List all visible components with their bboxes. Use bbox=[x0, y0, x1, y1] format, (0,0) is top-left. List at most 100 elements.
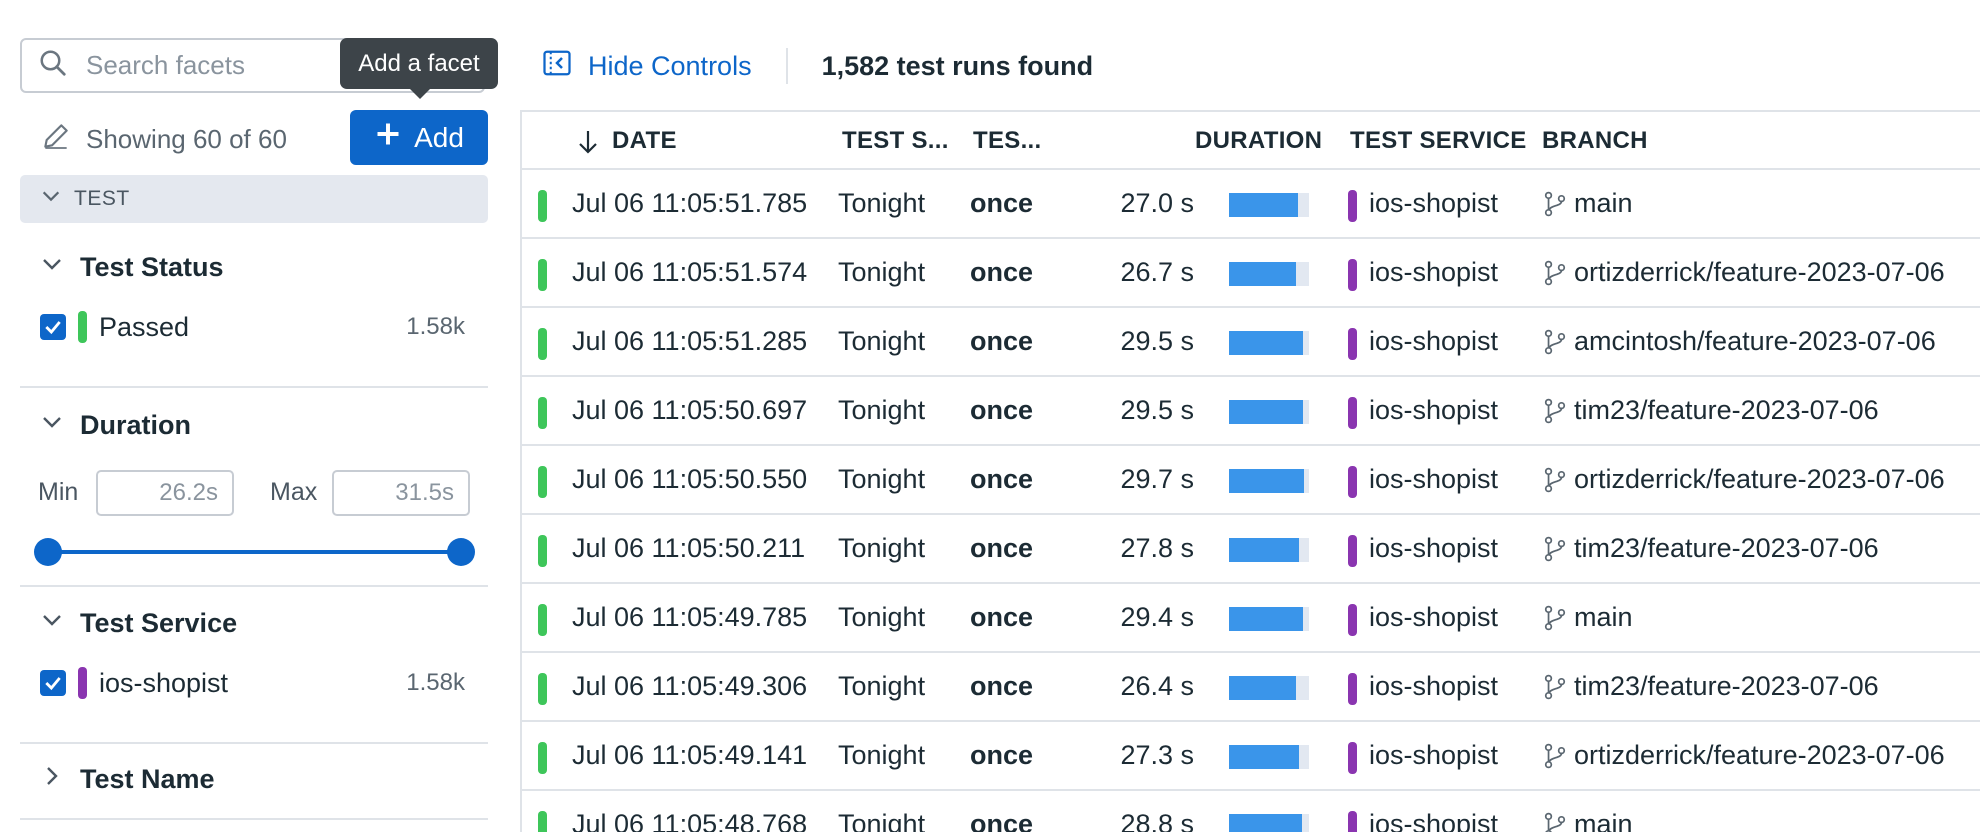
checkbox[interactable] bbox=[40, 314, 66, 340]
table-row[interactable]: Jul 06 11:05:50.697 Tonight once 29.5 s ios-… bbox=[522, 377, 1980, 446]
showing-facets[interactable]: Showing 60 of 60 bbox=[40, 120, 287, 159]
cell-test-service: ios-shopist bbox=[1369, 602, 1499, 632]
table-header: DATE TEST S... TES... DURATION TEST SERV… bbox=[522, 112, 1980, 170]
duration-bar-fill bbox=[1229, 193, 1298, 217]
cell-date: Jul 06 11:05:51.285 bbox=[572, 326, 808, 356]
duration-bar bbox=[1229, 607, 1309, 631]
cell-date: Jul 06 11:05:49.141 bbox=[572, 740, 808, 770]
status-indicator bbox=[538, 604, 547, 636]
cell-branch: main bbox=[1574, 809, 1633, 832]
cell-duration: 29.4 s bbox=[1120, 602, 1194, 632]
duration-bar-fill bbox=[1229, 469, 1304, 493]
cell-date: Jul 06 11:05:48.768 bbox=[572, 809, 808, 832]
table-row[interactable]: Jul 06 11:05:48.768 Tonight once 28.8 s ios-… bbox=[522, 791, 1980, 832]
divider bbox=[20, 585, 488, 587]
cell-date: Jul 06 11:05:50.697 bbox=[572, 395, 808, 425]
facet-value-passed[interactable]: Passed 1.58k bbox=[40, 311, 465, 343]
results-count: 1,582 test runs found bbox=[821, 50, 1094, 81]
cell-test: once bbox=[970, 395, 1034, 425]
status-indicator bbox=[538, 673, 547, 705]
cell-test-suite: Tonight bbox=[838, 533, 926, 563]
cell-branch: amcintosh/feature-2023-07-06 bbox=[1574, 326, 1936, 356]
cell-branch: ortizderrick/feature-2023-07-06 bbox=[1574, 740, 1945, 770]
cell-branch: ortizderrick/feature-2023-07-06 bbox=[1574, 464, 1945, 494]
column-header-test-suite[interactable]: TEST S... bbox=[842, 112, 949, 170]
cell-date: Jul 06 11:05:51.574 bbox=[572, 257, 808, 287]
facet-test-service-header[interactable]: Test Service bbox=[40, 608, 237, 639]
table-row[interactable]: Jul 06 11:05:50.550 Tonight once 29.7 s ios-… bbox=[522, 446, 1980, 515]
cell-duration: 27.3 s bbox=[1120, 740, 1194, 770]
table-row[interactable]: Jul 06 11:05:49.141 Tonight once 27.3 s ios-… bbox=[522, 722, 1980, 791]
cell-test-service: ios-shopist bbox=[1369, 464, 1499, 494]
facet-title: Test Name bbox=[80, 764, 215, 794]
checkbox[interactable] bbox=[40, 670, 66, 696]
slider-min-handle[interactable] bbox=[34, 538, 62, 566]
table-row[interactable]: Jul 06 11:05:51.785 Tonight once 27.0 s ios-… bbox=[522, 170, 1980, 239]
service-color-tag bbox=[1348, 397, 1357, 429]
column-header-test[interactable]: TES... bbox=[973, 112, 1041, 170]
cell-test-service: ios-shopist bbox=[1369, 326, 1499, 356]
sort-arrow-down-icon bbox=[579, 130, 597, 154]
facet-panel: Search facets Add a facet Showing 60 of … bbox=[0, 0, 510, 832]
service-color-tag bbox=[1348, 259, 1357, 291]
duration-bar bbox=[1229, 469, 1309, 493]
facet-test-name-header[interactable]: Test Name bbox=[40, 764, 215, 795]
cell-date: Jul 06 11:05:50.211 bbox=[572, 533, 806, 563]
git-branch-icon bbox=[1542, 673, 1568, 701]
duration-bar bbox=[1229, 745, 1309, 769]
chevron-down-icon bbox=[40, 185, 74, 213]
cell-test-service: ios-shopist bbox=[1369, 533, 1499, 563]
cell-test-service: ios-shopist bbox=[1369, 671, 1499, 701]
cell-test-suite: Tonight bbox=[838, 671, 926, 701]
service-color-tag bbox=[1348, 190, 1357, 222]
status-indicator bbox=[538, 466, 547, 498]
column-header-test-service[interactable]: TEST SERVICE bbox=[1350, 112, 1527, 170]
status-indicator bbox=[538, 811, 547, 832]
cell-date: Jul 06 11:05:49.785 bbox=[572, 602, 808, 632]
search-icon bbox=[38, 48, 68, 83]
column-header-branch[interactable]: BRANCH bbox=[1542, 112, 1648, 170]
cell-branch: main bbox=[1574, 602, 1633, 632]
min-duration-input[interactable]: 26.2s bbox=[96, 470, 234, 516]
cell-test: once bbox=[970, 188, 1034, 218]
cell-test-service: ios-shopist bbox=[1369, 188, 1499, 218]
max-label: Max bbox=[270, 478, 318, 506]
cell-branch: tim23/feature-2023-07-06 bbox=[1574, 671, 1879, 701]
table-row[interactable]: Jul 06 11:05:50.211 Tonight once 27.8 s ios-… bbox=[522, 515, 1980, 584]
add-facet-tooltip: Add a facet bbox=[340, 38, 498, 99]
duration-slider-track[interactable] bbox=[48, 550, 461, 554]
table-row[interactable]: Jul 06 11:05:49.785 Tonight once 29.4 s ios-… bbox=[522, 584, 1980, 653]
facet-value-ios-shopist[interactable]: ios-shopist 1.58k bbox=[40, 667, 465, 699]
duration-bar bbox=[1229, 814, 1309, 832]
facet-test-status-header[interactable]: Test Status bbox=[40, 252, 224, 283]
table-row[interactable]: Jul 06 11:05:51.285 Tonight once 29.5 s ios-… bbox=[522, 308, 1980, 377]
service-color-tag bbox=[1348, 811, 1357, 832]
checkmark-icon bbox=[45, 321, 61, 335]
column-header-date[interactable]: DATE bbox=[576, 112, 677, 170]
git-branch-icon bbox=[1542, 190, 1568, 218]
max-duration-input[interactable]: 31.5s bbox=[332, 470, 470, 516]
chevron-down-icon bbox=[40, 252, 80, 283]
divider bbox=[20, 818, 488, 820]
cell-test-suite: Tonight bbox=[838, 809, 926, 832]
service-color-tag bbox=[1348, 466, 1357, 498]
add-facet-button[interactable]: Add bbox=[350, 110, 488, 165]
table-row[interactable]: Jul 06 11:05:51.574 Tonight once 26.7 s ios-… bbox=[522, 239, 1980, 308]
slider-max-handle[interactable] bbox=[447, 538, 475, 566]
duration-bar bbox=[1229, 400, 1309, 424]
duration-bar bbox=[1229, 262, 1309, 286]
cell-test: once bbox=[970, 602, 1034, 632]
table-row[interactable]: Jul 06 11:05:49.306 Tonight once 26.4 s ios-… bbox=[522, 653, 1980, 722]
cell-test: once bbox=[970, 464, 1034, 494]
cell-branch: ortizderrick/feature-2023-07-06 bbox=[1574, 257, 1945, 287]
hide-controls-button[interactable]: Hide Controls bbox=[542, 48, 752, 85]
service-color-tag bbox=[1348, 604, 1357, 636]
facet-group-test[interactable]: TEST bbox=[20, 175, 488, 223]
service-color-tag bbox=[1348, 673, 1357, 705]
status-indicator bbox=[538, 328, 547, 360]
cell-test-suite: Tonight bbox=[838, 602, 926, 632]
cell-test: once bbox=[970, 671, 1034, 701]
facet-duration-header[interactable]: Duration bbox=[40, 410, 191, 441]
cell-test: once bbox=[970, 257, 1034, 287]
column-header-duration[interactable]: DURATION bbox=[1195, 112, 1322, 170]
